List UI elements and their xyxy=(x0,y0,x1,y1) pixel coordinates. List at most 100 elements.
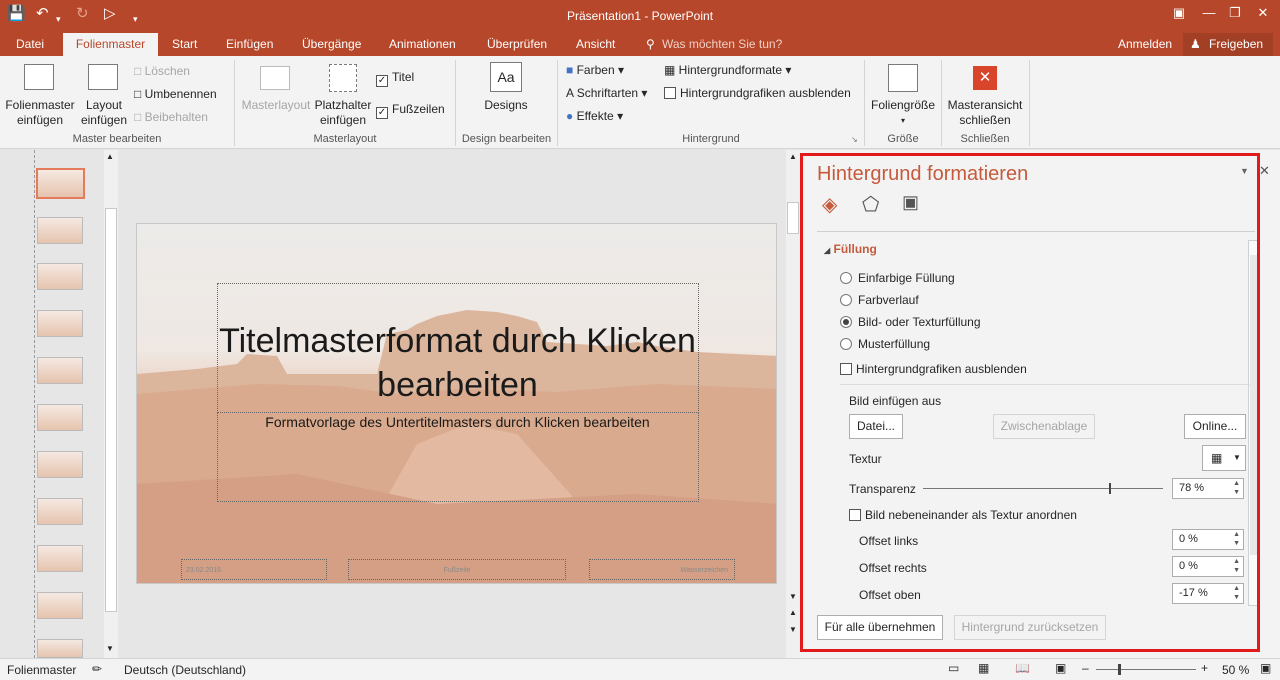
thumbnail-master[interactable] xyxy=(36,168,85,199)
close-window-icon[interactable]: ✕ xyxy=(1252,5,1274,21)
insert-layout-icon xyxy=(88,64,118,90)
zoom-slider[interactable] xyxy=(1096,664,1196,675)
preserve-button: □ Beibehalten xyxy=(134,110,208,125)
colors-icon: ■ xyxy=(566,63,577,77)
placeholder-icon xyxy=(329,64,357,92)
scroll-down-icon[interactable]: ▼ xyxy=(106,644,114,653)
rename-button[interactable]: □ Umbenennen xyxy=(134,87,217,102)
zoom-level[interactable]: 50 % xyxy=(1222,663,1249,677)
tab-folienmaster[interactable]: Folienmaster xyxy=(63,33,158,56)
bg-styles-label: Hintergrundformate xyxy=(678,63,783,77)
restore-icon[interactable]: ❐ xyxy=(1224,5,1246,21)
checkbox-icon xyxy=(664,87,676,99)
scroll-up-icon[interactable]: ▲ xyxy=(106,152,114,161)
sorter-view-icon[interactable]: ▦ xyxy=(978,661,989,675)
effects-button[interactable]: ● Effekte ▾ xyxy=(566,109,623,124)
normal-view-icon[interactable]: ▭ xyxy=(948,661,959,675)
zoom-out-icon[interactable]: – xyxy=(1082,661,1089,675)
pane-close-icon[interactable]: ✕ xyxy=(1259,163,1270,179)
tell-me-search[interactable]: Was möchten Sie tun? xyxy=(662,36,782,53)
scrollbar-thumb[interactable] xyxy=(105,208,117,612)
thumbnail-layout[interactable] xyxy=(37,451,83,478)
placeholder-insert-button[interactable]: Platzhalter einfügen xyxy=(312,98,374,128)
thumbnail-layout[interactable] xyxy=(37,498,83,525)
bg-styles-button[interactable]: ▦ Hintergrundformate ▾ xyxy=(664,63,791,78)
slideshow-view-icon[interactable]: ▣ xyxy=(1055,661,1066,675)
master-layout-button: Masterlayout xyxy=(241,98,311,112)
date-placeholder[interactable]: 23.02.2016 xyxy=(181,559,327,580)
signin-link[interactable]: Anmelden xyxy=(1118,36,1172,53)
dialog-launcher-icon[interactable]: ↘ xyxy=(851,135,858,144)
slide-scrollbar[interactable]: ▲ ▼ ▲ ▼ xyxy=(786,150,800,658)
footers-checkbox[interactable]: ✓ Fußzeilen xyxy=(376,102,445,119)
status-bar: Folienmaster ✏ Deutsch (Deutschland) ▭ ▦… xyxy=(0,658,1280,680)
insert-master-button[interactable]: Folienmaster einfügen xyxy=(4,98,76,128)
title-checkbox-label: Titel xyxy=(392,70,415,84)
footer-text: Fußzeile xyxy=(443,567,471,574)
ribbon-display-icon[interactable]: ▣ xyxy=(1168,5,1190,21)
reading-view-icon[interactable]: 📖 xyxy=(1015,661,1030,675)
designs-button[interactable]: Designs xyxy=(478,98,534,113)
window-title: Präsentation1 - PowerPoint xyxy=(566,9,714,23)
scrollbar-thumb[interactable] xyxy=(787,202,799,234)
previous-slide-icon[interactable]: ▲ xyxy=(789,608,797,617)
watermark-placeholder[interactable]: Wasserzeichen xyxy=(589,559,735,580)
footer-placeholder[interactable]: Fußzeile xyxy=(348,559,566,580)
share-icon: ♟ xyxy=(1190,37,1201,51)
slide-title-text[interactable]: Titelmasterformat durch Klicken bearbeit… xyxy=(217,319,698,407)
slide-size-dropdown-icon[interactable]: ▾ xyxy=(896,113,910,128)
fonts-button[interactable]: A Schriftarten ▾ xyxy=(566,86,647,101)
hide-bg-graphics-checkbox[interactable]: Hintergrundgrafiken ausblenden xyxy=(664,86,851,101)
tab-ueberpruefen[interactable]: Überprüfen xyxy=(487,36,547,53)
thumbnail-layout[interactable] xyxy=(37,404,83,431)
master-layout-icon xyxy=(260,66,290,90)
tab-einfuegen[interactable]: Einfügen xyxy=(226,36,273,53)
group-bg-label: Hintergrund xyxy=(682,133,740,145)
title-bar: 💾 ↶ ▾ ↻ ▷ ▾ Präsentation1 - PowerPoint ▣… xyxy=(0,0,1280,33)
thumbnail-layout[interactable] xyxy=(37,310,83,337)
tab-ansicht[interactable]: Ansicht xyxy=(576,36,615,53)
scroll-up-icon[interactable]: ▲ xyxy=(789,152,797,161)
thumbnail-scrollbar[interactable]: ▲ ▼ xyxy=(104,150,118,658)
zoom-slider-thumb[interactable] xyxy=(1118,664,1121,675)
slide-subtitle-text[interactable]: Formatvorlage des Untertitelmasters durc… xyxy=(217,414,698,430)
group-master-layout-label: Masterlayout xyxy=(313,133,377,145)
insert-layout-button[interactable]: Layout einfügen xyxy=(80,98,128,128)
thumbnail-tree-line xyxy=(34,150,35,658)
thumbnail-layout[interactable] xyxy=(37,545,83,572)
tab-animationen[interactable]: Animationen xyxy=(389,36,456,53)
close-master-button[interactable]: Masteransicht schließen xyxy=(946,98,1024,128)
zoom-in-icon[interactable]: + xyxy=(1201,661,1208,675)
language-status[interactable]: Deutsch (Deutschland) xyxy=(124,663,246,677)
colors-button[interactable]: ■ Farben ▾ xyxy=(566,63,624,78)
share-button[interactable]: Freigeben xyxy=(1209,36,1263,53)
notes-check-icon[interactable]: ✏ xyxy=(92,662,102,676)
thumbnail-layout[interactable] xyxy=(37,592,83,619)
thumbnail-layout[interactable] xyxy=(37,263,83,290)
title-checkbox[interactable]: ✓ Titel xyxy=(376,70,414,87)
group-design-label: Design bearbeiten xyxy=(461,133,552,145)
effects-label: Effekte xyxy=(576,109,614,123)
fonts-label: Schriftarten xyxy=(576,86,639,100)
group-size-label: Größe xyxy=(887,133,919,145)
minimize-icon[interactable]: — xyxy=(1198,5,1220,20)
thumbnail-layout[interactable] xyxy=(37,639,83,658)
footers-checkbox-label: Fußzeilen xyxy=(392,102,445,116)
group-close-label: Schließen xyxy=(960,133,1010,145)
hide-bg-label: Hintergrundgrafiken ausblenden xyxy=(680,86,851,100)
tab-datei[interactable]: Datei xyxy=(16,36,44,53)
delete-button: □ Löschen xyxy=(134,64,190,79)
fit-to-window-icon[interactable]: ▣ xyxy=(1260,661,1271,675)
scroll-down-icon[interactable]: ▼ xyxy=(789,592,797,601)
thumbnail-layout[interactable] xyxy=(37,357,83,384)
tab-uebergaenge[interactable]: Übergänge xyxy=(302,36,361,53)
view-status: Folienmaster xyxy=(7,663,77,677)
slide-canvas[interactable]: Titelmasterformat durch Klicken bearbeit… xyxy=(136,223,777,584)
next-slide-icon[interactable]: ▼ xyxy=(789,625,797,634)
thumbnail-layout[interactable] xyxy=(37,217,83,244)
tab-start[interactable]: Start xyxy=(172,36,197,53)
watermark-text: Wasserzeichen xyxy=(680,567,728,574)
designs-icon: Aa xyxy=(490,62,522,92)
date-text: 23.02.2016 xyxy=(186,567,222,574)
slide-size-button[interactable]: Foliengröße xyxy=(868,98,938,113)
